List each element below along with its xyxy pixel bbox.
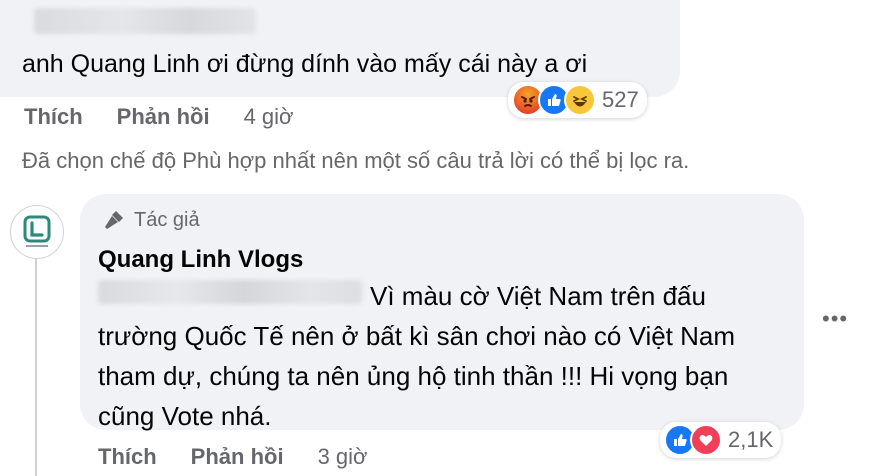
haha-icon <box>564 84 596 116</box>
author-badge: Tác giả <box>102 208 200 232</box>
like-button[interactable]: Thích <box>98 444 157 470</box>
reply-bubble: Tác giả Quang Linh Vlogs Vì màu cờ Việt … <box>80 194 804 431</box>
like-button[interactable]: Thích <box>24 104 83 130</box>
filter-note: Đã chọn chế độ Phù hợp nhất nên một số c… <box>22 148 690 173</box>
reply-actions: Thích Phản hồi 3 giờ <box>98 444 367 470</box>
reply-thread-line <box>35 250 37 476</box>
reply-button[interactable]: Phản hồi <box>191 444 284 470</box>
channel-logo-icon <box>23 215 51 247</box>
reply-timestamp[interactable]: 3 giờ <box>318 444 368 470</box>
microphone-icon <box>105 211 123 229</box>
comment-timestamp[interactable]: 4 giờ <box>244 104 294 130</box>
comment-actions: Thích Phản hồi 4 giờ <box>24 104 293 130</box>
comment-text: anh Quang Linh ơi đừng dính vào mấy cái … <box>22 50 588 78</box>
author-badge-label: Tác giả <box>134 208 200 231</box>
reply-text: Vì màu cờ Việt Nam trên đấu trường Quốc … <box>98 281 736 431</box>
reply-reactions[interactable]: 2,1K <box>660 422 782 458</box>
reaction-count: 527 <box>602 87 639 112</box>
comment-reactions[interactable]: 527 <box>508 82 647 118</box>
reaction-count: 2,1K <box>728 427 774 452</box>
love-icon <box>690 424 722 456</box>
blurred-commenter-name <box>34 8 256 34</box>
avatar[interactable] <box>10 205 64 259</box>
reply-button[interactable]: Phản hồi <box>117 104 210 130</box>
more-options-icon[interactable]: ••• <box>822 306 848 332</box>
reply-author-name[interactable]: Quang Linh Vlogs <box>98 246 303 274</box>
